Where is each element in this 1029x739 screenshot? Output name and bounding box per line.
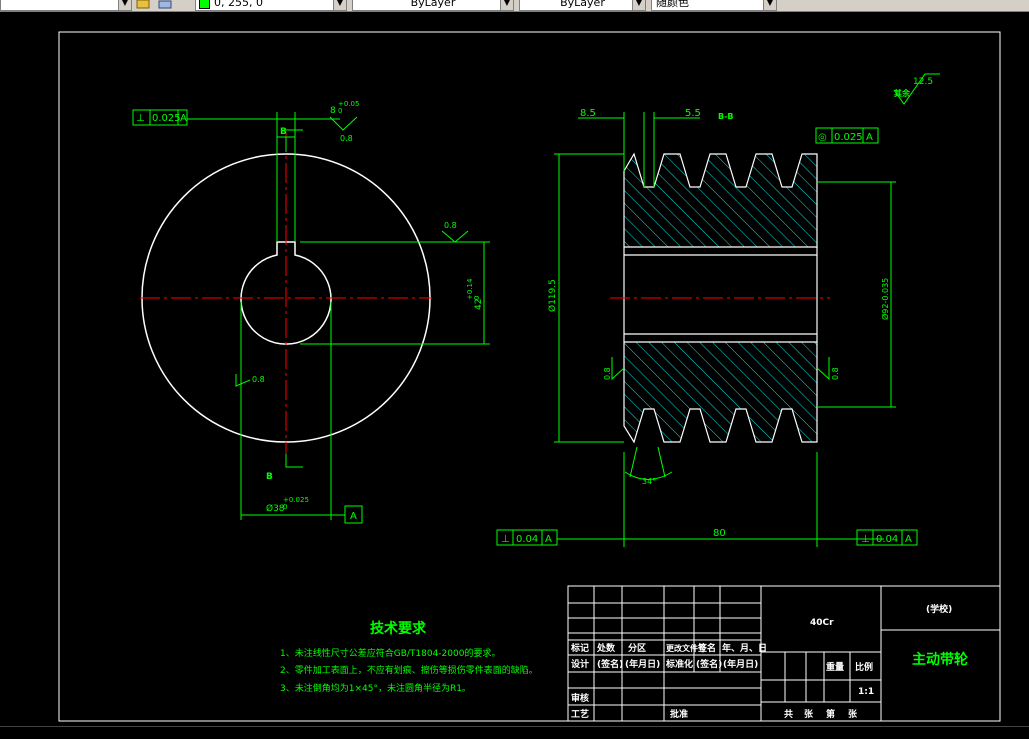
perp-left-datum: A (545, 534, 552, 545)
flatness-symbol: ⊥ (136, 113, 145, 124)
section-marker-top: B (280, 127, 287, 137)
tech-req-item-1: 1、未注线性尺寸公差应符合GB/T1804-2000的要求。 (280, 647, 500, 659)
plotstyle-combo[interactable]: 随颜色 ▼ (651, 0, 777, 11)
width-dim: 80 (713, 528, 726, 539)
title-sheets-unit-1: 张 (804, 708, 814, 720)
title-header-count: 处数 (596, 642, 616, 654)
perp-left-value: 0.04 (516, 534, 538, 545)
key-width-dim: 8 (330, 106, 336, 116)
technical-requirements: 技术要求 1、未注线性尺寸公差应符合GB/T1804-2000的要求。 2、零件… (280, 620, 538, 694)
layer-state-icon[interactable] (136, 0, 150, 10)
tech-req-item-2: 2、零件加工表面上，不应有划痕、擦伤等损伤零件表面的缺陷。 (280, 664, 538, 676)
upper-section (623, 152, 818, 248)
perp-right-symbol: ⊥ (861, 534, 870, 545)
perp-right-value: 0.04 (876, 534, 898, 545)
perp-right-datum: A (905, 534, 912, 545)
flatness-value: 0.025 (152, 113, 181, 124)
plotstyle-combo-value: 随颜色 (656, 0, 689, 9)
drawing-canvas[interactable]: ⊥ 0.025 A 8 +0.05 0 0.8 0.8 0.8 A B B 42… (0, 12, 1029, 726)
bore-tol-lower: 0 (283, 503, 287, 511)
dia-pitch: Ø92-0.035 (880, 278, 890, 320)
title-standard-date: (年月日) (723, 658, 758, 670)
title-design-date: (年月日) (625, 658, 660, 670)
title-standardize: 标准化 (665, 658, 693, 670)
title-sheets-index: 第 (826, 708, 835, 720)
title-header-zone: 分区 (628, 642, 646, 654)
title-sheets-unit-2: 张 (848, 708, 858, 720)
linetype-combo[interactable]: ByLayer ▼ (352, 0, 514, 11)
title-block: 40Cr (学校) 标记 处数 分区 更改文件号 签名 年、月、日 设计 (签名… (567, 585, 1001, 722)
perp-left-symbol: ⊥ (501, 534, 510, 545)
layer-previous-icon[interactable] (158, 0, 172, 10)
roughness-right-face: 0.8 (831, 367, 840, 380)
linetype-combo-value: ByLayer (410, 0, 456, 9)
chevron-down-icon[interactable]: ▼ (500, 0, 513, 10)
lineweight-combo-value: ByLayer (560, 0, 605, 9)
groove-angle: 34° (642, 477, 656, 486)
dim-5-5: 5.5 (685, 108, 701, 119)
command-line-strip[interactable] (0, 726, 1029, 739)
roughness-top: 0.8 (340, 134, 353, 143)
flatness-datum: A (180, 113, 187, 124)
color-swatch-icon (199, 0, 210, 9)
title-header-date: 年、月、日 (722, 642, 767, 654)
runout-symbol: ◎ (818, 132, 827, 143)
layer-combo[interactable]: ▼ (0, 0, 132, 11)
title-sheets-total: 共 (784, 708, 793, 720)
section-label-bb: B-B (718, 112, 734, 121)
chevron-down-icon[interactable]: ▼ (118, 0, 131, 10)
title-approve: 批准 (670, 708, 688, 720)
lineweight-combo[interactable]: ByLayer ▼ (519, 0, 646, 11)
title-design-label: 设计 (571, 658, 589, 670)
tech-req-title: 技术要求 (370, 620, 427, 637)
key-width-tol-lower: 0 (338, 107, 342, 115)
roughness-left-face: 0.8 (603, 367, 612, 380)
color-combo[interactable]: 0, 255, 0 ▼ (195, 0, 347, 11)
chevron-down-icon[interactable]: ▼ (632, 0, 645, 10)
right-view: 8.5 5.5 B-B ◎ 0.025 A 其余 12.5 Ø119.5 Ø92… (496, 73, 940, 547)
title-design-sign: (签名) (597, 658, 623, 670)
roughness-rest-value: 12.5 (913, 77, 933, 87)
title-material: 40Cr (810, 618, 834, 628)
dim-8-5: 8.5 (580, 108, 596, 119)
title-process: 工艺 (571, 708, 589, 720)
title-scale-value: 1:1 (858, 687, 874, 697)
title-header-mark: 标记 (570, 642, 589, 654)
title-scale-label: 比例 (855, 661, 873, 673)
datum-a-label: A (350, 511, 357, 522)
depth-tol-lower: 0 (473, 296, 481, 300)
title-standard-sign: (签名) (696, 658, 722, 670)
title-school: (学校) (926, 603, 952, 615)
properties-toolbar: ▼ 0, 255, 0 ▼ ByLayer ▼ ByLayer ▼ 随颜色 ▼ (0, 0, 1029, 12)
tech-req-item-3: 3、未注倒角均为1×45°，未注圆角半径为R1。 (280, 682, 471, 694)
runout-datum: A (866, 132, 873, 143)
left-view: ⊥ 0.025 A 8 +0.05 0 0.8 0.8 0.8 A B B 42… (132, 100, 490, 524)
roughness-rest-label: 其余 (894, 88, 911, 98)
title-weight: 重量 (826, 661, 844, 673)
roughness-left: 0.8 (252, 375, 265, 384)
lower-section (623, 341, 818, 444)
runout-value: 0.025 (834, 132, 863, 143)
roughness-right: 0.8 (444, 221, 457, 230)
title-header-sign: 签名 (697, 642, 716, 654)
bore-dim: Ø38 (266, 503, 285, 514)
title-part-name: 主动带轮 (912, 651, 968, 668)
dia-outer: Ø119.5 (547, 279, 558, 312)
color-combo-value: 0, 255, 0 (214, 0, 263, 9)
section-marker-bottom: B (266, 472, 273, 482)
chevron-down-icon[interactable]: ▼ (763, 0, 776, 10)
chevron-down-icon[interactable]: ▼ (333, 0, 346, 10)
title-review: 审核 (571, 692, 589, 704)
